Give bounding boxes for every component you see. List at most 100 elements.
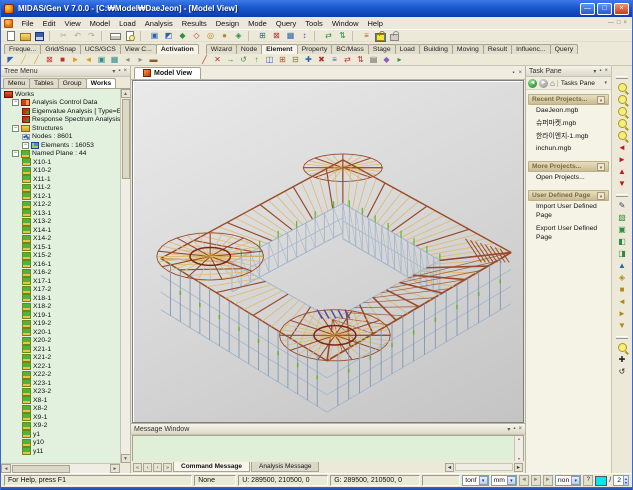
- print-icon[interactable]: [110, 33, 121, 40]
- toolbar-grip[interactable]: [616, 336, 628, 339]
- toolbar-tab[interactable]: UCS/GCS: [80, 44, 121, 54]
- toolbar-tab[interactable]: Element: [261, 44, 297, 54]
- scroll-down-icon[interactable]: ▾: [515, 456, 523, 461]
- toolbar-tab[interactable]: Building: [419, 44, 453, 54]
- dynamic-pan-icon[interactable]: ✚: [615, 354, 630, 366]
- prev-tab-icon[interactable]: ‹: [143, 463, 152, 472]
- recent-project-link[interactable]: inchun.mgb: [528, 143, 609, 156]
- renumber-element-icon[interactable]: ⇄: [341, 54, 354, 65]
- toolbar-tab[interactable]: Node: [236, 44, 262, 54]
- print-preview-icon[interactable]: [126, 31, 134, 41]
- menu-item[interactable]: Window: [327, 19, 363, 28]
- next-tab-icon[interactable]: ›: [153, 463, 162, 472]
- toolbar-tab[interactable]: Wizard: [206, 44, 237, 54]
- pan-left-icon[interactable]: ◄: [615, 142, 630, 154]
- menu-item[interactable]: Help: [363, 19, 387, 28]
- first-tab-icon[interactable]: «: [133, 463, 142, 472]
- mirror-element-icon[interactable]: ◫: [263, 54, 276, 65]
- display-monitor-icon[interactable]: ▦: [108, 54, 121, 65]
- activate-icon[interactable]: ╱: [17, 54, 30, 65]
- intersect-element-icon[interactable]: ✚: [302, 54, 315, 65]
- tree-item-plane[interactable]: X10-2: [1, 167, 120, 176]
- tab-command-message[interactable]: Command Message: [173, 462, 250, 472]
- open-file-icon[interactable]: [20, 33, 31, 41]
- pan-right-icon[interactable]: ►: [615, 154, 630, 166]
- panel-dropdown-icon[interactable]: ▾: [112, 68, 115, 75]
- last-tab-icon[interactable]: »: [163, 463, 172, 472]
- tree-item-plane[interactable]: X23-2: [1, 388, 120, 397]
- menu-item[interactable]: Edit: [38, 19, 60, 28]
- section-collapse-icon[interactable]: ▾: [597, 96, 605, 104]
- tree-item-plane[interactable]: y10: [1, 439, 120, 448]
- tree-item-plane[interactable]: X19-2: [1, 320, 120, 329]
- tree-item-plane[interactable]: X14-2: [1, 235, 120, 244]
- toolbar-tab[interactable]: Activation: [156, 44, 199, 54]
- zoom-level-spinner[interactable]: 2 ▴ ▾: [613, 475, 629, 486]
- recent-project-link[interactable]: DaeJeon.mgb: [528, 105, 609, 118]
- tree-item-plane[interactable]: X12-1: [1, 192, 120, 201]
- view-next-icon[interactable]: ⇅: [336, 30, 349, 41]
- scroll-thumb[interactable]: [122, 99, 130, 179]
- tree-item-response-spectrum[interactable]: Response Spectrum Analysis: [1, 116, 120, 125]
- top-view-icon[interactable]: ■: [615, 284, 630, 296]
- strip-pin-icon[interactable]: ▪: [512, 70, 514, 76]
- tree-item-eigenvalue[interactable]: Eigenvalue Analysis [ Type=E: [1, 107, 120, 116]
- activate-all-icon[interactable]: ⊠: [43, 54, 56, 65]
- menu-item[interactable]: File: [17, 19, 38, 28]
- iso-view-icon[interactable]: ◈: [615, 272, 630, 284]
- angle-unit-select[interactable]: non ▾: [555, 475, 581, 486]
- message-content[interactable]: ▴ ▾: [132, 435, 524, 461]
- section-collapse-icon[interactable]: ▾: [597, 192, 605, 200]
- zoom-window-icon[interactable]: [615, 82, 630, 94]
- toolbar-tab[interactable]: Grid/Snap: [40, 44, 81, 54]
- active-identity-icon[interactable]: ►: [69, 54, 82, 65]
- tree-horizontal-scrollbar[interactable]: ◄ ►: [1, 463, 120, 473]
- panel-pin-icon[interactable]: ▪: [599, 68, 601, 75]
- tree-item-plane[interactable]: X14-1: [1, 226, 120, 235]
- select-window-icon[interactable]: ◩: [162, 30, 175, 41]
- tab-analysis-message[interactable]: Analysis Message: [251, 462, 319, 472]
- menu-item[interactable]: Query: [271, 19, 300, 28]
- tree-item-plane[interactable]: X8-2: [1, 405, 120, 414]
- tree-tab[interactable]: Group: [58, 78, 87, 88]
- lock-locked-icon[interactable]: [390, 34, 399, 41]
- deactivate-all-icon[interactable]: ■: [56, 54, 69, 65]
- menu-item[interactable]: Design: [211, 19, 243, 28]
- home-icon[interactable]: ⌂: [550, 79, 555, 88]
- shrink-view-icon[interactable]: ▣: [615, 224, 630, 236]
- scroll-left-icon[interactable]: ◄: [1, 464, 11, 473]
- delete-element-icon[interactable]: ✕: [211, 54, 224, 65]
- section-user-defined-page[interactable]: User Defined Page ▾: [528, 190, 609, 201]
- toolbar-tab[interactable]: Query: [550, 44, 579, 54]
- tree-item-plane[interactable]: X23-1: [1, 379, 120, 388]
- menu-item[interactable]: Results: [177, 19, 211, 28]
- display-node-icon[interactable]: ◨: [615, 248, 630, 260]
- menu-item[interactable]: Tools: [301, 19, 328, 28]
- tree-item-plane[interactable]: X8-1: [1, 396, 120, 405]
- divide-element-icon[interactable]: ⊞: [276, 54, 289, 65]
- rotate-element-icon[interactable]: ↺: [237, 54, 250, 65]
- scroll-up-icon[interactable]: ▲: [121, 89, 131, 98]
- mdi-close-icon[interactable]: ×: [623, 20, 627, 26]
- toolbar-tab[interactable]: View C...: [120, 44, 157, 54]
- section-more-projects[interactable]: More Projects... ▾: [528, 161, 609, 172]
- tree-item-plane[interactable]: X22-2: [1, 371, 120, 380]
- tree-item-plane[interactable]: X20-1: [1, 328, 120, 337]
- tree-item-named-plane[interactable]: − Named Plane : 44: [1, 150, 120, 159]
- length-unit-select[interactable]: mm ▾: [491, 475, 517, 486]
- tree-item-analysis-control[interactable]: − Analysis Control Data: [1, 99, 120, 108]
- toolbar-tab[interactable]: Property: [297, 44, 333, 54]
- misc-element-icon[interactable]: ▸: [393, 54, 406, 65]
- panel-dropdown-icon[interactable]: ▾: [507, 426, 510, 433]
- translate-element-icon[interactable]: →: [224, 54, 237, 65]
- query-element-icon[interactable]: ◆: [380, 54, 393, 65]
- toolbar-tab[interactable]: BC/Mass: [331, 44, 369, 54]
- open-projects-link[interactable]: Open Projects...: [528, 172, 609, 185]
- tree-item-plane[interactable]: X21-2: [1, 354, 120, 363]
- toolbar-icon[interactable]: [248, 31, 253, 41]
- panel-close-icon[interactable]: ×: [518, 426, 522, 433]
- strip-close-icon[interactable]: ×: [518, 70, 522, 76]
- active-view-icon[interactable]: ▬: [147, 54, 160, 65]
- grid-snap-icon[interactable]: ▦: [284, 30, 297, 41]
- toolbar-tab[interactable]: Freque...: [4, 44, 41, 54]
